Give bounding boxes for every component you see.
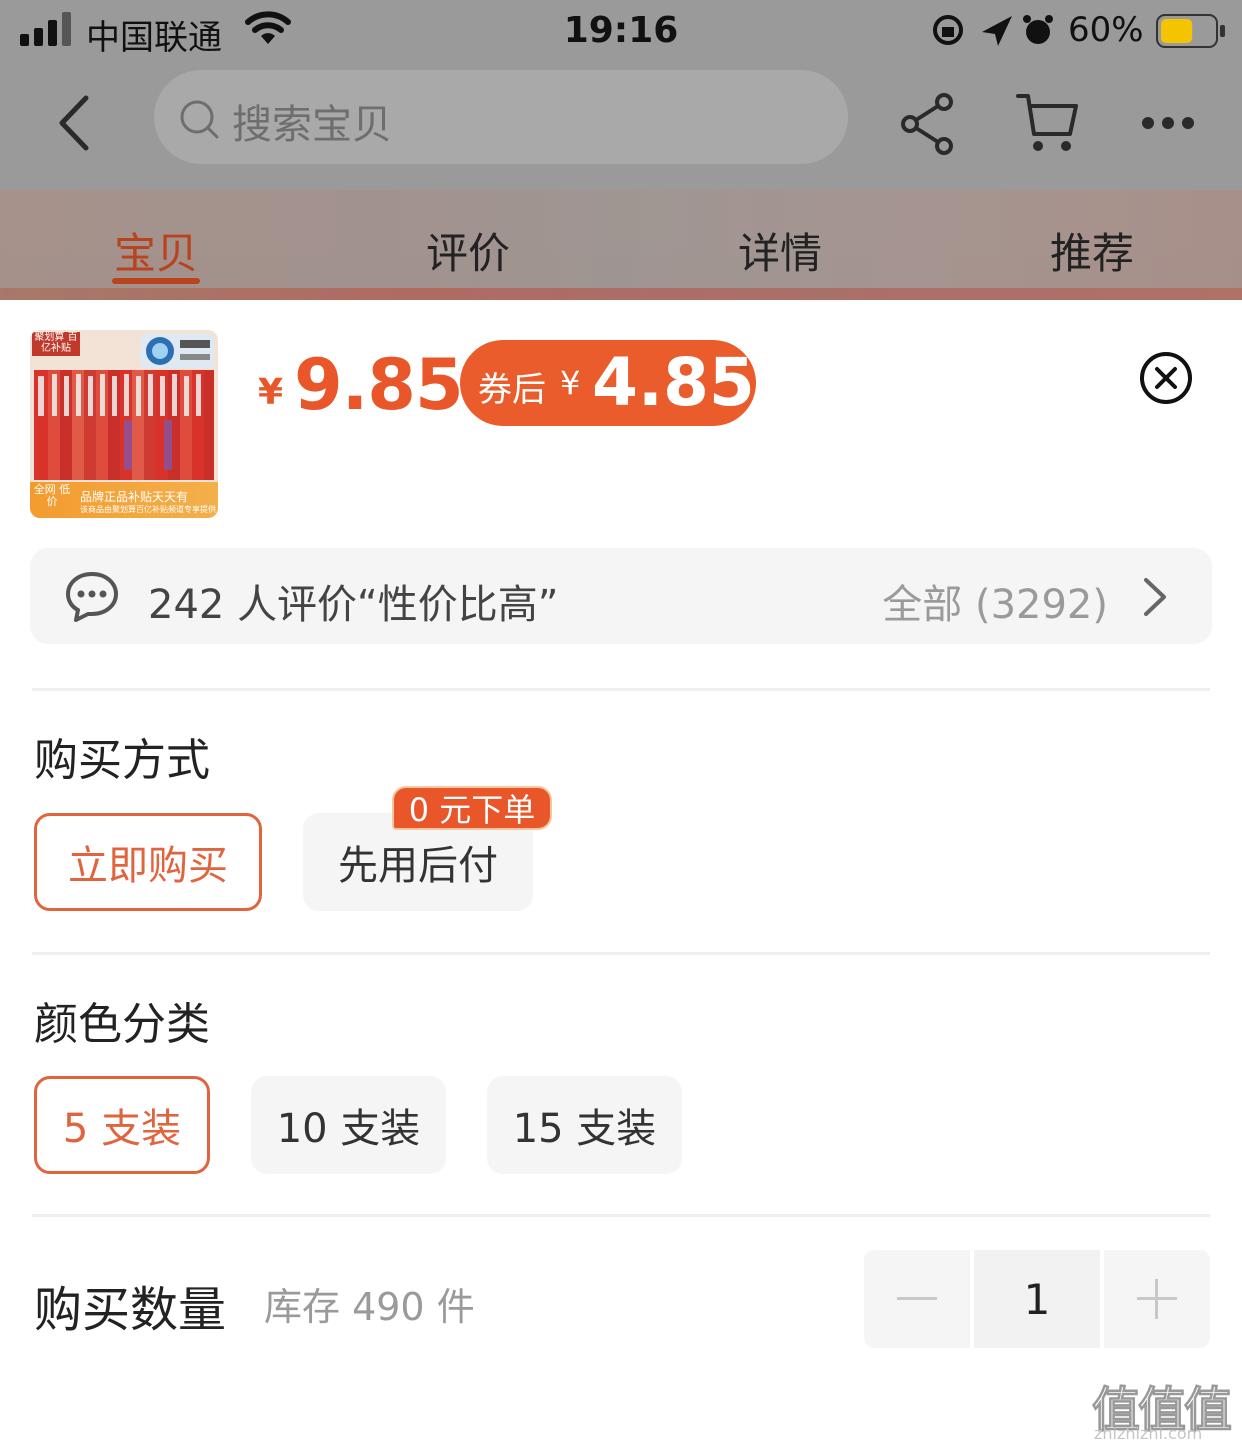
divider [32,688,1210,691]
cart-icon[interactable] [1014,90,1080,156]
review-highlight-text: 242 人评价“性价比高” [148,582,559,628]
stock-count: 库存 490 件 [264,1285,475,1329]
review-all-count[interactable]: 全部 (3292) [882,572,1108,630]
brush-head-logo [140,334,214,368]
price-currency: ¥ [258,372,284,413]
more-icon[interactable] [1140,110,1196,136]
option-15-pack[interactable]: 15 支装 [487,1076,682,1174]
tab-bar: 宝贝 评价 详情 推荐 [0,210,1242,290]
quantity-value[interactable]: 1 [974,1250,1100,1348]
thumb-top-label: 聚划算 百亿补贴 [32,332,80,356]
tab-active-indicator [112,278,200,284]
thumb-promo-subtext: 该商品由聚划算百亿补贴频道专享提供 [80,505,216,514]
orientation-lock-icon [933,15,963,45]
battery-icon [1156,14,1225,48]
search-input[interactable]: 搜索宝贝 [154,70,848,164]
zero-yuan-order-badge: 0 元下单 [392,786,552,830]
battery-percent: 60% [1068,10,1144,50]
sku-bottom-sheet: 聚划算 百亿补贴 全网 低价 品牌正品补贴天天有 该商品由聚划算百亿补贴频道专享… [0,300,1242,1453]
plus-icon [1137,1279,1177,1319]
tab-reviews[interactable]: 评价 [388,220,548,281]
back-icon[interactable] [50,92,100,154]
watermark-url: zhizhizhi.com [1094,1424,1203,1443]
price-value: 9.85 [294,344,464,426]
alarm-icon [1023,15,1053,44]
divider [32,1214,1210,1217]
divider [32,952,1210,955]
app-root: 中国联通 19:16 60% 搜索宝贝 宝贝 评价 详情 推荐 聚划算 百亿补贴… [0,0,1242,1453]
close-icon[interactable] [1138,350,1194,406]
tab-details[interactable]: 详情 [700,220,860,281]
watermark: 值值值 zhizhizhi.com [1091,1370,1236,1450]
comment-icon [66,572,118,622]
coupon-currency: ¥ [560,364,581,402]
share-icon[interactable] [898,92,958,156]
coupon-price-badge: 券后 ¥ 4.85 [460,340,756,426]
review-summary-bar[interactable]: 242 人评价“性价比高” 全部 (3292) [30,548,1212,644]
option-buy-now[interactable]: 立即购买 [34,813,262,911]
tab-recommend[interactable]: 推荐 [1012,220,1172,281]
chevron-right-icon [1144,578,1166,616]
status-bar: 中国联通 19:16 60% [0,0,1242,66]
thumb-promo-text: 品牌正品补贴天天有 [80,490,189,504]
status-icons [933,15,1053,46]
minus-icon [897,1297,937,1300]
color-category-title: 颜色分类 [34,999,210,1050]
search-placeholder: 搜索宝贝 [232,102,392,148]
search-icon [180,100,219,139]
option-10-pack[interactable]: 10 支装 [251,1076,446,1174]
tab-baobei[interactable]: 宝贝 [76,220,236,281]
location-icon [982,16,1012,46]
decrement-button[interactable] [864,1250,970,1348]
quantity-title: 购买数量 [34,1282,227,1338]
coupon-price: 4.85 [592,344,755,421]
quantity-stepper: 1 [864,1250,1210,1348]
thumb-low-price-label: 全网 低价 [33,483,71,508]
increment-button[interactable] [1104,1250,1210,1348]
option-5-pack[interactable]: 5 支装 [34,1076,210,1174]
product-thumbnail[interactable]: 聚划算 百亿补贴 全网 低价 品牌正品补贴天天有 该商品由聚划算百亿补贴频道专享… [30,330,218,518]
purchase-method-title: 购买方式 [34,735,210,786]
toothbrush-pack-image [34,370,214,480]
coupon-prefix: 券后 [478,370,546,410]
dimmed-background[interactable]: 中国联通 19:16 60% 搜索宝贝 宝贝 评价 详情 推荐 [0,0,1242,300]
